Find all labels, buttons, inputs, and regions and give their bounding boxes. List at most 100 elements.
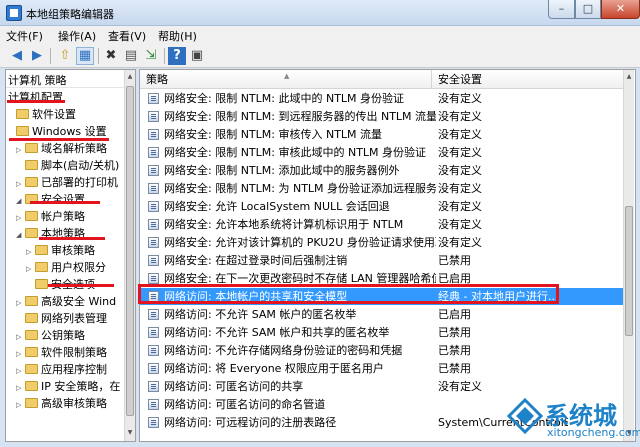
policy-name: 网络安全: 限制 NTLM: 到远程服务器的传出 NTLM 流量 [164, 110, 436, 123]
column-header-policy-label: 策略 [146, 73, 168, 86]
extended-view-icon[interactable]: ▣ [188, 47, 206, 65]
tree-item[interactable]: 网络列表管理 [16, 310, 107, 327]
tree-item[interactable]: ▷ 软件限制策略 [16, 344, 107, 361]
maximize-button[interactable]: □ [575, 0, 601, 19]
policy-setting-value: 已禁用 [438, 254, 471, 267]
policy-row[interactable]: 网络安全: 允许对该计算机的 PKU2U 身份验证请求使用联... 没有定义 [140, 234, 623, 251]
policy-row[interactable]: 网络安全: 限制 NTLM: 添加此域中的服务器例外 没有定义 [140, 162, 623, 179]
folder-icon [25, 296, 38, 306]
policy-setting-value: 没有定义 [438, 182, 482, 195]
list-scrollbar[interactable]: ▲ ▼ [623, 70, 634, 441]
policy-row[interactable]: 网络安全: 允许本地系统将计算机标识用于 NTLM 没有定义 [140, 216, 623, 233]
policy-row[interactable]: 网络访问: 不允许存储网络身份验证的密码和凭据 已禁用 [140, 342, 623, 359]
tree-item[interactable]: ▷ 应用程序控制 [16, 361, 107, 378]
minimize-button[interactable]: – [548, 0, 575, 19]
policy-setting-icon [148, 381, 159, 392]
menu-action[interactable]: 操作(A) [58, 28, 96, 44]
show-hide-tree-icon[interactable]: ▦ [76, 47, 94, 65]
tree-item[interactable]: ◢ 安全设置 [16, 191, 85, 208]
policy-name: 网络安全: 限制 NTLM: 审核传入 NTLM 流量 [164, 128, 383, 141]
menu-view[interactable]: 查看(V) [108, 28, 146, 44]
toolbar-separator [98, 48, 99, 64]
folder-icon [25, 211, 38, 221]
tree-item[interactable]: ▷ 高级安全 Wind [16, 293, 116, 310]
tree-item-label: Windows 设置 [32, 125, 107, 138]
tree-item-label: 软件设置 [32, 108, 76, 121]
policy-setting-value: 没有定义 [438, 380, 482, 393]
policy-setting-icon [148, 219, 159, 230]
properties-icon[interactable]: ▤ [122, 47, 140, 65]
policy-list-pane: 策略 ▲ 安全设置 网络安全: 限制 NTLM: 此域中的 NTLM 身份验证没… [139, 69, 636, 442]
list-scroll-thumb[interactable] [625, 206, 633, 336]
tree-item-label: 公钥策略 [41, 329, 85, 342]
forward-arrow-icon[interactable]: ▶ [28, 47, 46, 65]
column-header-setting[interactable]: 安全设置 [432, 70, 623, 89]
column-header-policy[interactable]: 策略 ▲ [140, 70, 432, 89]
tree-item[interactable]: 软件设置 [16, 106, 76, 123]
folder-icon [25, 143, 38, 153]
folder-icon [35, 279, 48, 289]
tree-item-label: 帐户策略 [41, 210, 85, 223]
folder-icon [25, 398, 38, 408]
toolbar-separator [164, 48, 165, 64]
tree-item[interactable]: 脚本(启动/关机) [16, 157, 119, 174]
policy-row[interactable]: 网络访问: 将 Everyone 权限应用于匿名用户 已禁用 [140, 360, 623, 377]
policy-row[interactable]: 网络安全: 限制 NTLM: 为 NTLM 身份验证添加远程服务器... 没有定义 [140, 180, 623, 197]
tree-item[interactable]: 计算机配置 [8, 89, 63, 106]
folder-icon [25, 177, 38, 187]
policy-row[interactable]: 网络访问: 不允许 SAM 帐户的匿名枚举 已启用 [140, 306, 623, 323]
policy-row[interactable]: 网络访问: 可匿名访问的共享 没有定义 [140, 378, 623, 395]
annotation-underline [30, 201, 100, 204]
watermark-url: xitongcheng.com [547, 426, 640, 439]
tree-item-label: 域名解析策略 [41, 142, 107, 155]
policy-name: 网络安全: 允许本地系统将计算机标识用于 NTLM [164, 218, 404, 231]
folder-icon [16, 109, 29, 119]
folder-icon [16, 126, 29, 136]
tree-item[interactable]: ▷ 审核策略 [26, 242, 95, 259]
tree-expander-icon[interactable]: ▷ [16, 397, 25, 414]
policy-name: 网络安全: 允许对该计算机的 PKU2U 身份验证请求使用联... [164, 236, 436, 249]
folder-icon [25, 347, 38, 357]
policy-name: 网络访问: 将 Everyone 权限应用于匿名用户 [164, 362, 384, 375]
tree-item[interactable]: ▷ 已部署的打印机 [16, 174, 118, 191]
policy-row[interactable]: 网络访问: 不允许 SAM 帐户和共享的匿名枚举 已禁用 [140, 324, 623, 341]
policy-setting-icon [148, 273, 159, 284]
help-icon[interactable]: ? [168, 47, 186, 65]
scroll-up-arrow-icon[interactable]: ▲ [125, 72, 135, 82]
policy-setting-icon [148, 237, 159, 248]
scroll-up-arrow-icon[interactable]: ▲ [624, 72, 634, 82]
folder-icon [25, 160, 38, 170]
export-list-icon[interactable]: ⇲ [142, 47, 160, 65]
menu-file[interactable]: 文件(F) [6, 28, 43, 44]
policy-row[interactable]: 网络安全: 限制 NTLM: 到远程服务器的传出 NTLM 流量 没有定义 [140, 108, 623, 125]
folder-icon [35, 245, 48, 255]
policy-row[interactable]: 网络安全: 在超过登录时间后强制注销 已禁用 [140, 252, 623, 269]
tree-item[interactable]: ▷ 用户权限分 [26, 259, 106, 276]
policy-row[interactable]: 网络安全: 限制 NTLM: 审核此域中的 NTLM 身份验证 没有定义 [140, 144, 623, 161]
tree-item[interactable]: ▷ 公钥策略 [16, 327, 85, 344]
up-folder-icon[interactable]: ⇧ [56, 47, 74, 65]
policy-row[interactable]: 网络安全: 限制 NTLM: 审核传入 NTLM 流量 没有定义 [140, 126, 623, 143]
policy-setting-icon [148, 345, 159, 356]
back-arrow-icon[interactable]: ◀ [8, 47, 26, 65]
column-header-setting-label: 安全设置 [438, 73, 482, 86]
tree-item[interactable]: ▷ 域名解析策略 [16, 140, 107, 157]
policy-row[interactable]: 网络安全: 限制 NTLM: 此域中的 NTLM 身份验证 没有定义 [140, 90, 623, 107]
delete-icon[interactable]: ✖ [102, 47, 120, 65]
close-button[interactable]: ✕ [601, 0, 640, 19]
tree-expander-icon[interactable]: ◢ [16, 227, 25, 244]
policy-name: 网络安全: 限制 NTLM: 添加此域中的服务器例外 [164, 164, 400, 177]
tree-scroll-thumb[interactable] [126, 86, 134, 416]
menu-help[interactable]: 帮助(H) [158, 28, 197, 44]
tree-item-label: 高级安全 Wind [41, 295, 117, 308]
tree-item[interactable]: ▷ IP 安全策略，在 [16, 378, 120, 395]
policy-setting-value: 已禁用 [438, 362, 471, 375]
policy-setting-icon [148, 165, 159, 176]
tree-item[interactable]: ▷ 高级审核策略 [16, 395, 107, 412]
annotation-underline [48, 284, 114, 287]
tree-item[interactable]: ▷ 帐户策略 [16, 208, 85, 225]
scroll-down-arrow-icon[interactable]: ▼ [125, 428, 135, 438]
policy-row[interactable]: 网络安全: 允许 LocalSystem NULL 会话回退 没有定义 [140, 198, 623, 215]
tree-scrollbar[interactable]: ▲ ▼ [124, 70, 135, 441]
tree-item-label: 审核策略 [51, 244, 95, 257]
